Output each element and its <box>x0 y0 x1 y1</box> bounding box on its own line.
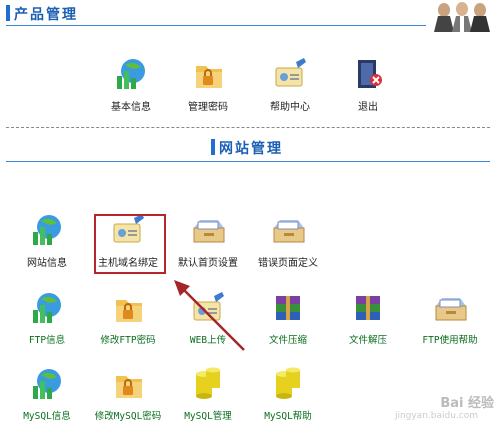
menu-item[interactable]: 修改MySQL密码 <box>83 366 173 422</box>
menu-item[interactable]: 退出 <box>323 56 413 113</box>
site-section-title: 网站管理 <box>219 141 283 157</box>
pointer-arrow-icon <box>174 280 245 351</box>
section-bar <box>211 139 215 155</box>
menu-item[interactable]: 修改FTP密码 <box>83 290 173 346</box>
menu-item-label: 修改MySQL密码 <box>94 411 162 422</box>
archive-icon <box>348 290 388 326</box>
menu-item-label: MySQL信息 <box>23 411 71 422</box>
drawer-icon <box>430 290 470 326</box>
highlight-box <box>94 214 166 274</box>
menu-item-label: 帮助中心 <box>270 102 310 113</box>
watermark: Bai 经验 <box>440 396 494 411</box>
menu-item-label: 网站信息 <box>27 258 67 269</box>
menu-item-label: MySQL帮助 <box>264 411 312 422</box>
menu-item-label: MySQL管理 <box>184 411 232 422</box>
menu-item-label: 退出 <box>358 102 378 113</box>
drawer-icon <box>188 212 228 248</box>
menu-item[interactable]: MySQL帮助 <box>243 366 333 422</box>
menu-item[interactable]: FTP使用帮助 <box>405 290 495 346</box>
menu-item-label: 文件解压 <box>348 335 387 346</box>
users-illustration-icon <box>434 2 490 32</box>
menu-item[interactable]: 默认首页设置 <box>163 212 253 269</box>
section-underline <box>6 25 426 26</box>
section-bar <box>6 5 10 21</box>
database-icon <box>268 366 308 402</box>
menu-item[interactable]: MySQL信息 <box>2 366 92 422</box>
product-section-header: 产品管理 <box>0 2 420 24</box>
menu-item-label: 修改FTP密码 <box>100 335 156 346</box>
watermark-url: jingyan.baidu.com <box>394 411 478 421</box>
section-underline <box>6 161 490 162</box>
archive-icon <box>268 290 308 326</box>
menu-item[interactable]: 文件解压 <box>323 290 413 346</box>
globe-chart-icon <box>27 290 67 326</box>
menu-item[interactable]: 管理密码 <box>163 56 253 113</box>
drawer-icon <box>268 212 308 248</box>
menu-item[interactable]: MySQL管理 <box>163 366 253 422</box>
folder-lock-icon <box>108 290 148 326</box>
menu-item-label: FTP使用帮助 <box>422 335 478 346</box>
database-icon <box>188 366 228 402</box>
folder-lock-icon <box>188 56 228 92</box>
globe-chart-icon <box>27 212 67 248</box>
globe-chart-icon <box>27 366 67 402</box>
menu-item[interactable]: 文件压缩 <box>243 290 333 346</box>
globe-chart-icon <box>111 56 151 92</box>
exit-icon <box>348 56 388 92</box>
section-divider <box>6 127 490 128</box>
menu-item-label: 管理密码 <box>188 102 228 113</box>
menu-item-label: 文件压缩 <box>268 335 307 346</box>
menu-item-label: 默认首页设置 <box>178 258 238 269</box>
menu-item[interactable]: 网站信息 <box>2 212 92 269</box>
menu-item[interactable]: 帮助中心 <box>245 56 335 113</box>
folder-lock-icon <box>108 366 148 402</box>
menu-item-label: 错误页面定义 <box>258 258 318 269</box>
menu-item[interactable]: 错误页面定义 <box>243 212 333 269</box>
site-section-header: 网站管理 <box>205 136 325 158</box>
menu-item-label: FTP信息 <box>28 335 66 346</box>
menu-item[interactable]: FTP信息 <box>2 290 92 346</box>
edit-card-icon <box>270 56 310 92</box>
product-section-title: 产品管理 <box>14 7 78 23</box>
